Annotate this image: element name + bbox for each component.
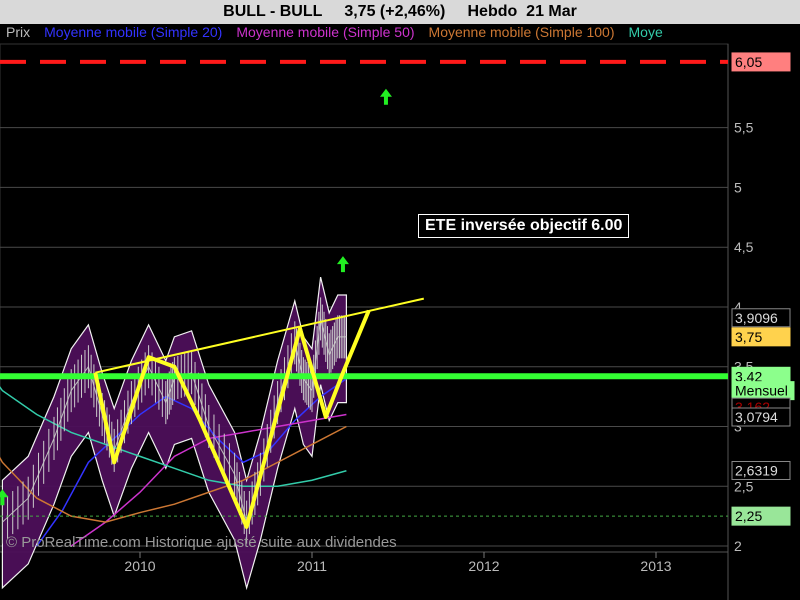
y-tick-label: 2 [734, 538, 742, 554]
price-label: 3,0794 [735, 409, 778, 425]
price-chart[interactable]: 5,554,543,532,5220102011201220136,053,90… [0, 0, 800, 600]
price-label: 2,6319 [735, 462, 778, 478]
watermark-footer: © ProRealTime.com Historique ajusté suit… [6, 534, 397, 551]
y-tick-label: 2,5 [734, 478, 754, 494]
chart-annotation: ETE inversée objectif 6.00 [418, 214, 630, 238]
y-tick-label: 5 [734, 179, 742, 195]
price-label: 6,05 [735, 54, 762, 70]
y-tick-label: 4,5 [734, 239, 754, 255]
price-label: 3,75 [735, 329, 762, 345]
x-tick-label: 2013 [640, 558, 671, 574]
price-label: Mensuel [735, 383, 788, 399]
x-tick-label: 2010 [124, 558, 155, 574]
x-tick-label: 2012 [468, 558, 499, 574]
price-label: 3,9096 [735, 310, 778, 326]
price-label: 2,25 [735, 508, 762, 524]
x-tick-label: 2011 [297, 558, 327, 574]
y-tick-label: 5,5 [734, 120, 754, 136]
